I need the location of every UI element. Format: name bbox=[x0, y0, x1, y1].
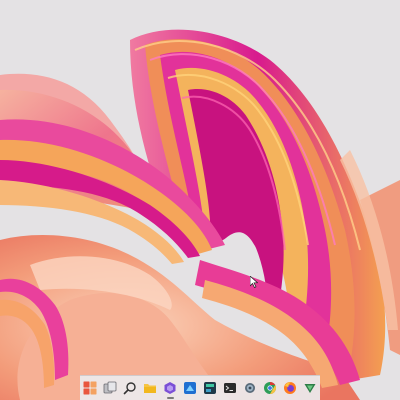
task-view-button[interactable] bbox=[101, 377, 120, 399]
chrome-button[interactable] bbox=[261, 377, 280, 399]
windows-logo-icon bbox=[83, 381, 97, 395]
firefox-icon bbox=[284, 382, 296, 394]
green-app-icon bbox=[304, 384, 316, 393]
chrome-icon bbox=[264, 382, 277, 394]
gear-icon bbox=[245, 383, 255, 393]
purple-app-icon bbox=[164, 382, 176, 394]
settings-button[interactable] bbox=[241, 377, 260, 399]
app-button-1[interactable] bbox=[161, 377, 180, 399]
terminal-icon bbox=[224, 383, 236, 393]
app-button-3[interactable] bbox=[201, 377, 220, 399]
terminal-button[interactable] bbox=[221, 377, 240, 399]
app-button-2[interactable] bbox=[181, 377, 200, 399]
task-view-icon bbox=[103, 381, 117, 394]
file-explorer-button[interactable] bbox=[141, 377, 160, 399]
start-button[interactable] bbox=[81, 377, 100, 399]
mouse-cursor bbox=[250, 276, 258, 288]
firefox-button[interactable] bbox=[281, 377, 300, 399]
search-button[interactable] bbox=[121, 377, 140, 399]
dark-app-icon bbox=[204, 382, 216, 394]
blue-app-icon bbox=[184, 382, 196, 394]
search-icon bbox=[123, 382, 136, 395]
folder-icon bbox=[144, 384, 156, 393]
app-button-4[interactable] bbox=[301, 377, 320, 399]
taskbar bbox=[80, 375, 320, 400]
desktop-wallpaper bbox=[0, 0, 400, 400]
